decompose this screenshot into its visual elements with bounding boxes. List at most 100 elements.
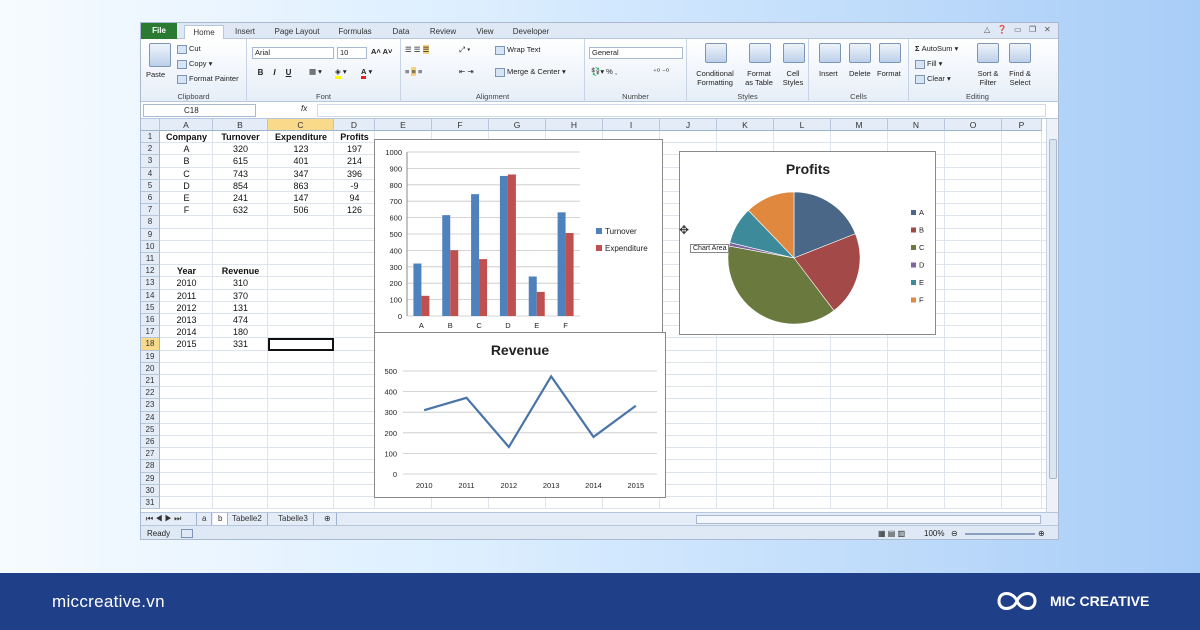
- table1-header[interactable]: Company: [160, 131, 213, 143]
- underline-button[interactable]: U: [283, 67, 294, 78]
- table2-cell[interactable]: 474: [213, 314, 268, 326]
- table1-cell[interactable]: 863: [268, 180, 334, 192]
- table1-cell[interactable]: F: [160, 204, 213, 216]
- copy-button[interactable]: Copy ▾: [177, 59, 212, 69]
- fill-button[interactable]: Fill ▾: [915, 59, 942, 69]
- accounting-icon[interactable]: 💱▾ % ,: [591, 67, 617, 76]
- fx-icon[interactable]: fx: [301, 104, 307, 113]
- column-header-j[interactable]: J: [660, 119, 717, 131]
- zoom-in-icon[interactable]: ⊕: [1038, 526, 1045, 539]
- table2-header[interactable]: Revenue: [213, 265, 268, 277]
- row-header-3[interactable]: 3: [141, 155, 160, 168]
- tab-developer[interactable]: Developer: [508, 25, 554, 39]
- table1-cell[interactable]: 401: [268, 155, 334, 167]
- binoculars-icon[interactable]: [1009, 43, 1031, 63]
- row-header-29[interactable]: 29: [141, 472, 160, 485]
- indent-icon[interactable]: ⇤ ⇥: [459, 67, 474, 76]
- conditional-formatting-icon[interactable]: [705, 43, 727, 63]
- horizontal-scrollbar[interactable]: [696, 515, 1041, 524]
- row-header-7[interactable]: 7: [141, 204, 160, 217]
- scroll-thumb[interactable]: [1049, 139, 1057, 479]
- decimal-icon[interactable]: ⁺⁰ ⁻⁰: [653, 67, 669, 76]
- merge-center-button[interactable]: Merge & Center ▾: [495, 67, 566, 77]
- row-header-28[interactable]: 28: [141, 460, 160, 473]
- help-icon[interactable]: ❓: [997, 25, 1007, 34]
- row-header-18[interactable]: 18: [141, 338, 160, 351]
- cell-styles-button[interactable]: Cell Styles: [779, 69, 807, 87]
- format-painter-button[interactable]: Format Painter: [177, 74, 239, 84]
- row-header-23[interactable]: 23: [141, 399, 160, 412]
- paste-button[interactable]: Paste: [146, 70, 165, 79]
- format-as-table-button[interactable]: Format as Table: [741, 69, 777, 87]
- grow-font-button[interactable]: A˄ A˅: [371, 47, 392, 56]
- conditional-formatting-button[interactable]: Conditional Formatting: [691, 69, 739, 87]
- italic-button[interactable]: I: [269, 67, 280, 78]
- row-header-26[interactable]: 26: [141, 436, 160, 449]
- cell-styles-icon[interactable]: [783, 43, 805, 63]
- row-header-2[interactable]: 2: [141, 143, 160, 156]
- table2-cell[interactable]: 2014: [160, 326, 213, 338]
- format-button[interactable]: Format: [877, 69, 901, 78]
- row-header-14[interactable]: 14: [141, 289, 160, 302]
- delete-cells-icon[interactable]: [849, 43, 871, 63]
- column-header-p[interactable]: P: [1002, 119, 1042, 131]
- paste-icon[interactable]: [149, 43, 171, 67]
- row-header-15[interactable]: 15: [141, 301, 160, 314]
- table1-cell[interactable]: 506: [268, 204, 334, 216]
- formula-input[interactable]: [317, 104, 1046, 117]
- tab-formulas[interactable]: Formulas: [334, 25, 376, 39]
- bar-chart[interactable]: 0 100 200 300 400 500 600 700 800 900 1000 A B C D E F Tu…: [374, 139, 663, 334]
- vertical-scrollbar[interactable]: [1046, 119, 1058, 512]
- view-buttons[interactable]: ▦ ▤ ▥: [878, 526, 905, 539]
- column-header-g[interactable]: G: [489, 119, 546, 131]
- zoom-out-icon[interactable]: ⊖: [951, 526, 958, 539]
- column-header-i[interactable]: I: [603, 119, 660, 131]
- table2-cell[interactable]: 370: [213, 290, 268, 302]
- row-header-24[interactable]: 24: [141, 411, 160, 424]
- format-cells-icon[interactable]: [879, 43, 901, 63]
- table1-header[interactable]: Profits: [334, 131, 375, 143]
- row-header-5[interactable]: 5: [141, 179, 160, 192]
- table1-cell[interactable]: 320: [213, 143, 268, 155]
- insert-button[interactable]: Insert: [819, 69, 838, 78]
- row-header-12[interactable]: 12: [141, 265, 160, 278]
- autosum-button[interactable]: Σ AutoSum ▾: [915, 44, 958, 53]
- table2-cell[interactable]: 331: [213, 338, 268, 350]
- line-chart[interactable]: Revenue 0 100 200 300 400 500 2010 2011 2012 2013 2…: [374, 332, 666, 498]
- macro-record-icon[interactable]: [181, 529, 193, 538]
- table1-header[interactable]: Expenditure: [268, 131, 334, 143]
- sort-filter-button[interactable]: Sort & Filter: [973, 69, 1003, 87]
- minimize-icon[interactable]: ▭: [1014, 25, 1022, 34]
- zoom-level[interactable]: 100%: [924, 526, 944, 539]
- row-header-27[interactable]: 27: [141, 448, 160, 461]
- font-name-select[interactable]: Arial: [252, 47, 334, 59]
- align-left-icon[interactable]: ≡ ≡ ≡: [405, 67, 422, 76]
- table1-cell[interactable]: C: [160, 168, 213, 180]
- table2-cell[interactable]: 2013: [160, 314, 213, 326]
- row-header-25[interactable]: 25: [141, 423, 160, 436]
- table1-cell[interactable]: 615: [213, 155, 268, 167]
- select-all-corner[interactable]: [141, 119, 160, 131]
- table2-cell[interactable]: 2015: [160, 338, 213, 350]
- column-header-c[interactable]: C: [268, 119, 334, 131]
- row-header-6[interactable]: 6: [141, 192, 160, 205]
- column-header-m[interactable]: M: [831, 119, 888, 131]
- table1-cell[interactable]: 632: [213, 204, 268, 216]
- borders-icon[interactable]: ▦ ▾: [309, 67, 322, 76]
- minimize-ribbon-icon[interactable]: △: [984, 25, 990, 34]
- tab-file[interactable]: File: [141, 23, 177, 39]
- table2-cell[interactable]: 2010: [160, 277, 213, 289]
- column-header-n[interactable]: N: [888, 119, 945, 131]
- wrap-text-button[interactable]: Wrap Text: [495, 45, 541, 55]
- row-header-4[interactable]: 4: [141, 167, 160, 180]
- table1-cell[interactable]: 347: [268, 168, 334, 180]
- row-header-19[interactable]: 19: [141, 350, 160, 363]
- number-format-select[interactable]: General: [589, 47, 683, 59]
- row-header-22[interactable]: 22: [141, 387, 160, 400]
- tab-data[interactable]: Data: [387, 25, 415, 39]
- tab-view[interactable]: View: [471, 25, 499, 39]
- column-header-h[interactable]: H: [546, 119, 603, 131]
- selected-cell-c18[interactable]: [268, 338, 334, 351]
- fill-color-icon[interactable]: ◈ ▾: [335, 67, 347, 79]
- table2-cell[interactable]: 2012: [160, 302, 213, 314]
